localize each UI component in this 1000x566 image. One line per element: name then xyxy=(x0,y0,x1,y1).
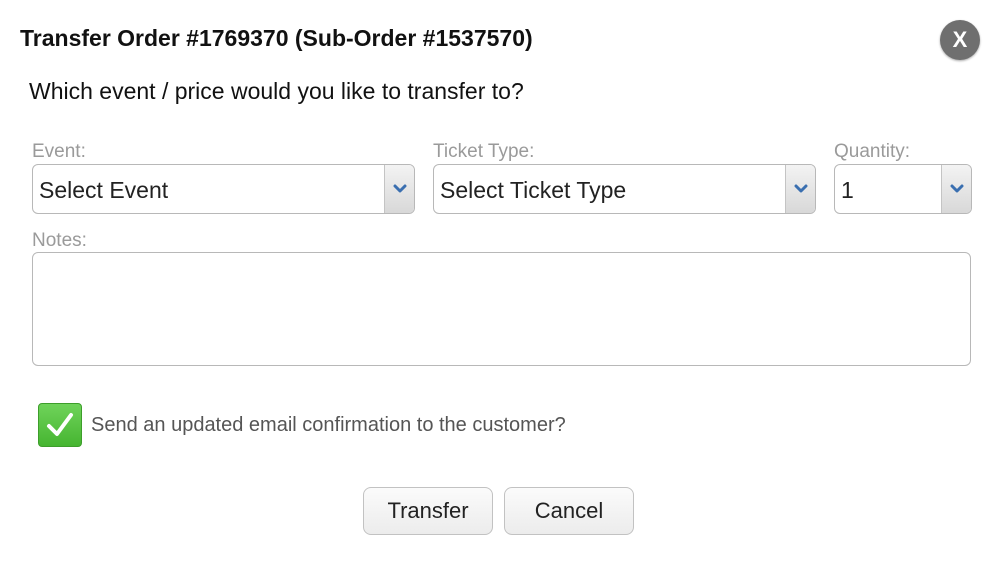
quantity-select-value: 1 xyxy=(841,177,854,203)
dialog-title: Transfer Order #1769370 (Sub-Order #1537… xyxy=(20,25,533,51)
email-confirmation-label[interactable]: Send an updated email confirmation to th… xyxy=(91,414,566,437)
event-label: Event: xyxy=(32,141,86,162)
quantity-select[interactable]: 1 xyxy=(834,164,972,214)
chevron-down-icon[interactable] xyxy=(941,165,971,213)
quantity-label: Quantity: xyxy=(834,141,911,162)
transfer-order-dialog: Transfer Order #1769370 (Sub-Order #1537… xyxy=(0,0,1000,566)
close-button[interactable]: X xyxy=(940,20,980,60)
transfer-button[interactable]: Transfer xyxy=(363,487,493,535)
checkmark-icon xyxy=(47,413,73,436)
close-icon: X xyxy=(952,27,968,52)
ticket-type-select-value: Select Ticket Type xyxy=(440,177,627,203)
transfer-question: Which event / price would you like to tr… xyxy=(29,78,524,104)
notes-label: Notes: xyxy=(32,230,87,251)
chevron-down-icon[interactable] xyxy=(384,165,414,213)
ticket-type-select[interactable]: Select Ticket Type xyxy=(433,164,816,214)
event-select[interactable]: Select Event xyxy=(32,164,415,214)
ticket-type-label: Ticket Type: xyxy=(433,141,535,162)
email-confirmation-checkbox[interactable] xyxy=(38,403,82,447)
event-select-value: Select Event xyxy=(39,177,169,203)
cancel-button[interactable]: Cancel xyxy=(504,487,634,535)
chevron-down-icon[interactable] xyxy=(785,165,815,213)
notes-textarea[interactable] xyxy=(32,252,971,366)
